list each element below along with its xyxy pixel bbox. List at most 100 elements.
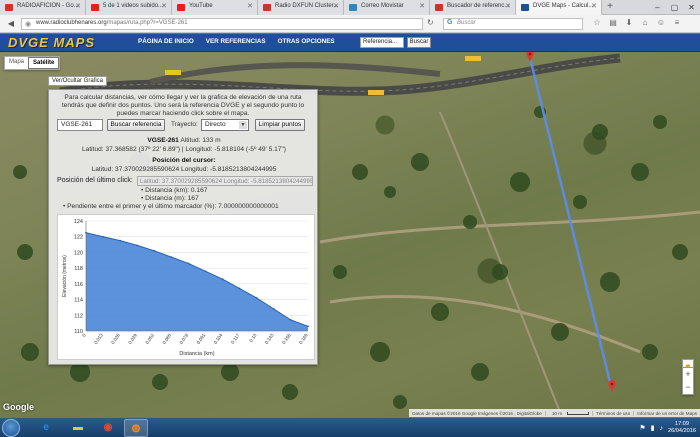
elevation-point	[136, 244, 139, 247]
internet-explorer-icon[interactable]: e	[34, 419, 58, 437]
zoom-control: + −	[682, 367, 694, 395]
tab-title: 5 de 1 videos subido...	[103, 3, 164, 9]
x-tick-label: 0.065	[162, 332, 173, 345]
x-tick-label: 0	[81, 332, 87, 337]
x-tick-label: 0.104	[213, 332, 224, 345]
star-icon[interactable]: ☆	[592, 18, 602, 27]
elevation-point	[290, 319, 292, 321]
x-tick-label: 0.078	[179, 332, 190, 345]
network-icon[interactable]: ▮	[651, 424, 655, 432]
maximize-icon[interactable]: ▢	[666, 0, 683, 15]
browser-tab[interactable]: 5 de 1 videos subido... ✕	[86, 0, 172, 15]
tab-close-icon[interactable]: ✕	[247, 2, 253, 10]
reference-altitude: Altitud: 133 m	[180, 137, 221, 144]
elevation-chart-svg: 1101121141161181201221240 0.013 0.026 0.039…	[62, 219, 309, 357]
bookmarks-icon[interactable]: ▤	[608, 18, 618, 27]
zoom-out-button[interactable]: −	[683, 381, 693, 394]
last-click-label: Posición del último click:	[57, 177, 133, 184]
clock-date: 26/04/2016	[668, 428, 696, 434]
attribution-data: Datos de mapas ©2016 Google Imágenes ©20…	[412, 410, 542, 416]
browser-tab[interactable]: Radio DXFUN Cluster... ✕	[258, 0, 344, 15]
globe-icon: ◉	[25, 21, 32, 28]
browser-tab[interactable]: DVGE Maps - Calcul... ✕	[516, 0, 602, 15]
elevation-point	[255, 297, 258, 299]
tab-favicon-icon	[5, 4, 13, 11]
map-type-satellite[interactable]: Satélite	[28, 57, 60, 69]
map-scale: 10 m	[544, 410, 592, 416]
road-secondary	[149, 62, 441, 85]
window-controls: – ▢ ✕	[649, 0, 700, 15]
reference-input[interactable]: Referencia...	[360, 37, 404, 48]
volume-icon[interactable]: ♪	[660, 425, 664, 432]
reference-coords: Latitud: 37.368582 (37º 22' 6.89") | Lon…	[82, 146, 286, 153]
start-button[interactable]	[2, 419, 20, 437]
x-tick-label: 0.143	[264, 332, 275, 345]
site-logo[interactable]: DVGE MAPS	[8, 35, 95, 50]
y-tick-label: 112	[74, 313, 83, 319]
y-tick-label: 122	[74, 235, 83, 241]
download-icon[interactable]: ⬇	[624, 18, 634, 27]
tab-close-icon[interactable]: ✕	[161, 2, 167, 10]
reload-icon[interactable]: ↻	[427, 18, 434, 27]
search-input[interactable]: G Buscar	[443, 18, 583, 30]
clock-time: 17:09	[675, 421, 689, 427]
firefox-icon[interactable]: ◍	[124, 419, 148, 437]
elevation-chart: 110 112 114 116 118 120 122 124 0 0.013 0.026 0.039…	[57, 214, 315, 360]
search-placeholder: Buscar	[457, 20, 476, 26]
elevation-point	[102, 235, 104, 238]
clock[interactable]: 17:09 26/04/2016	[668, 421, 696, 435]
chrome-icon[interactable]: ◉	[96, 419, 120, 437]
file-explorer-icon[interactable]: ▬	[66, 419, 90, 437]
google-search-icon: G	[447, 19, 453, 26]
address-bar[interactable]: ◉ www.radioclubhenares.org/mapas/ruta.ph…	[21, 18, 423, 30]
close-icon[interactable]: ✕	[683, 0, 700, 15]
x-tick-label: 0.013	[93, 332, 104, 345]
tab-close-icon[interactable]: ✕	[505, 2, 511, 10]
back-icon[interactable]: ◀	[5, 18, 17, 30]
clear-points-button[interactable]: Limpiar puntos	[255, 119, 305, 131]
browser-tab[interactable]: YouTube ✕	[172, 0, 258, 15]
nav-options[interactable]: OTRAS OPCIONES	[278, 38, 335, 45]
y-tick-label: 120	[74, 250, 83, 256]
reference-field[interactable]: VGSE-261	[57, 119, 103, 131]
browser-tab[interactable]: RADIOAFICION - Go... ✕	[0, 0, 86, 15]
panel-intro: Para calcular distancias, ver cómo llega…	[61, 94, 305, 117]
zoom-in-button[interactable]: +	[683, 368, 693, 381]
elevation-point	[272, 308, 275, 310]
reference-search-button[interactable]: Buscar	[407, 37, 431, 48]
tab-title: Correo Movistar	[361, 3, 404, 9]
map-marker-icon[interactable]	[608, 380, 616, 392]
menu-icon[interactable]: ≡	[672, 18, 682, 27]
browser-tab-bar: RADIOAFICION - Go... ✕ 5 de 1 videos subid…	[0, 0, 700, 15]
tab-close-icon[interactable]: ✕	[333, 2, 339, 10]
map-marker-icon[interactable]	[526, 52, 534, 62]
new-tab-icon[interactable]: +	[602, 0, 618, 15]
satellite-map[interactable]: Mapa Satélite Ver/Ocultar Grafica Para c…	[0, 52, 700, 417]
toggle-chart-button[interactable]: Ver/Ocultar Grafica	[48, 76, 108, 86]
browser-tab[interactable]: Correo Movistar ✕	[344, 0, 430, 15]
nav-home[interactable]: PÁGINA DE INICIO	[138, 38, 194, 45]
tab-close-icon[interactable]: ✕	[419, 2, 425, 10]
tab-title: Buscador de referenc...	[447, 3, 510, 9]
cursor-title: Posición del cursor:	[152, 157, 216, 164]
tab-close-icon[interactable]: ✕	[75, 2, 81, 10]
trajectory-select[interactable]: Directo ▼	[201, 119, 249, 131]
elevation-point	[170, 256, 173, 259]
url-host: www.radioclubhenares.org	[36, 20, 107, 26]
browser-tab[interactable]: Buscador de referenc... ✕	[430, 0, 516, 15]
report-error-link[interactable]: Informar de un error de Maps	[633, 410, 700, 416]
nav-references[interactable]: VER REFERENCIAS	[206, 38, 266, 45]
x-tick-label: 0.13	[248, 332, 257, 343]
elevation-area	[86, 232, 308, 331]
x-tick-label: 0.169	[298, 332, 309, 345]
flag-icon[interactable]: ⚑	[639, 424, 645, 432]
tab-close-icon[interactable]: ✕	[591, 2, 597, 10]
find-reference-button[interactable]: Buscar referencia	[107, 119, 165, 131]
terms-link[interactable]: Términos de uso	[592, 410, 633, 416]
home-icon[interactable]: ⌂	[640, 18, 650, 27]
map-type-map[interactable]: Mapa	[5, 57, 28, 69]
reference-name: VGSE-261	[147, 137, 179, 144]
minimize-icon[interactable]: –	[649, 0, 666, 15]
chat-icon[interactable]: ☺	[656, 18, 666, 27]
x-tick-label: 0.039	[127, 332, 138, 345]
